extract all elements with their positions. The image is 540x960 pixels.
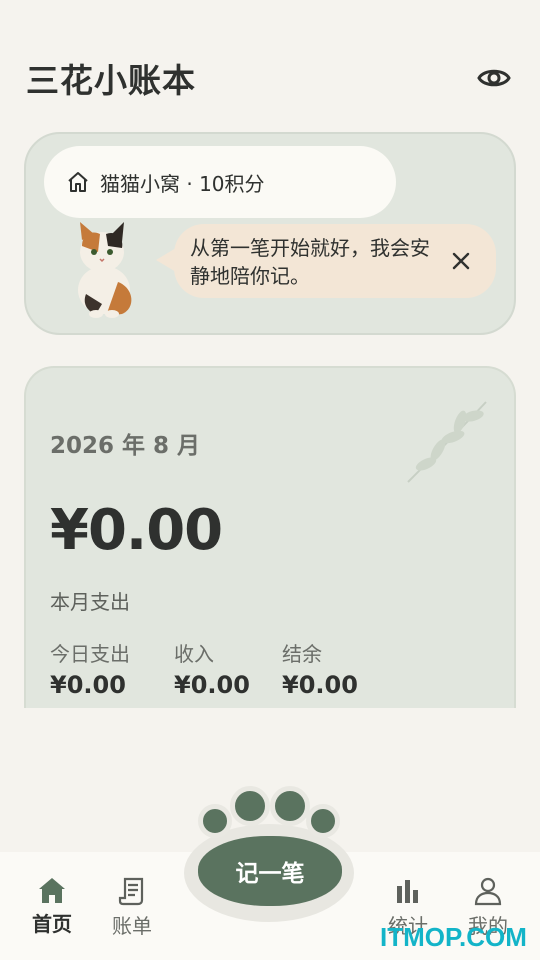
cat-home-label: 猫猫小窝 · 10积分 <box>100 171 265 196</box>
bar-chart-icon <box>397 880 418 903</box>
watermark: ITMOP.COM <box>380 922 527 952</box>
eye-icon <box>477 69 511 87</box>
person-icon <box>474 877 502 906</box>
visibility-toggle-button[interactable] <box>474 58 514 98</box>
paw-toe <box>230 786 270 826</box>
cat-home-pill[interactable]: 猫猫小窝 · 10积分 <box>44 146 396 218</box>
record-paw-button[interactable]: 记一笔 <box>178 780 362 926</box>
nav-item-home[interactable]: 首页 <box>20 876 84 937</box>
cat-home-card: 猫猫小窝 · 10积分 从第一笔开始就好，我会安静地陪你记。 <box>24 132 516 335</box>
stat-value: ¥0.00 <box>282 671 358 699</box>
home-icon <box>39 878 65 903</box>
stat-income: 收入 ¥0.00 <box>174 638 250 699</box>
cat-illustration <box>78 222 132 318</box>
stat-value: ¥0.00 <box>50 671 126 699</box>
cat-speech-text: 从第一笔开始就好，我会安静地陪你记。 <box>190 236 430 288</box>
paw-toe <box>270 786 310 826</box>
stat-label: 收入 <box>174 642 214 666</box>
month-label: 2026 年 8 月 <box>50 433 201 459</box>
stat-label: 今日支出 <box>50 642 130 666</box>
record-button[interactable]: 记一笔 <box>198 836 342 906</box>
close-icon <box>452 252 470 270</box>
monthly-expense-label: 本月支出 <box>50 590 130 614</box>
month-summary-card[interactable]: 2026 年 8 月 ¥0.00 本月支出 今日支出 ¥0.00 收入 ¥0.0… <box>24 366 516 708</box>
paw-toe <box>198 804 232 838</box>
leaf-decoration-icon <box>407 401 487 483</box>
nav-item-bills[interactable]: 账单 <box>100 876 164 939</box>
speech-bubble-tail <box>156 248 176 272</box>
receipt-icon <box>118 877 144 906</box>
monthly-expense-amount: ¥0.00 <box>50 498 223 563</box>
close-bubble-button[interactable] <box>444 244 478 278</box>
app-title: 三花小账本 <box>26 61 196 100</box>
header: 三花小账本 <box>26 52 514 104</box>
stat-value: ¥0.00 <box>174 671 250 699</box>
stat-balance: 结余 ¥0.00 <box>282 638 358 699</box>
nav-label-home: 首页 <box>32 912 72 936</box>
record-button-label: 记一笔 <box>235 861 305 887</box>
stat-label: 结余 <box>282 642 322 666</box>
nav-label-bills: 账单 <box>112 914 152 938</box>
paw-toe <box>306 804 340 838</box>
home-icon <box>68 172 88 192</box>
stat-today-expense: 今日支出 ¥0.00 <box>50 638 130 699</box>
